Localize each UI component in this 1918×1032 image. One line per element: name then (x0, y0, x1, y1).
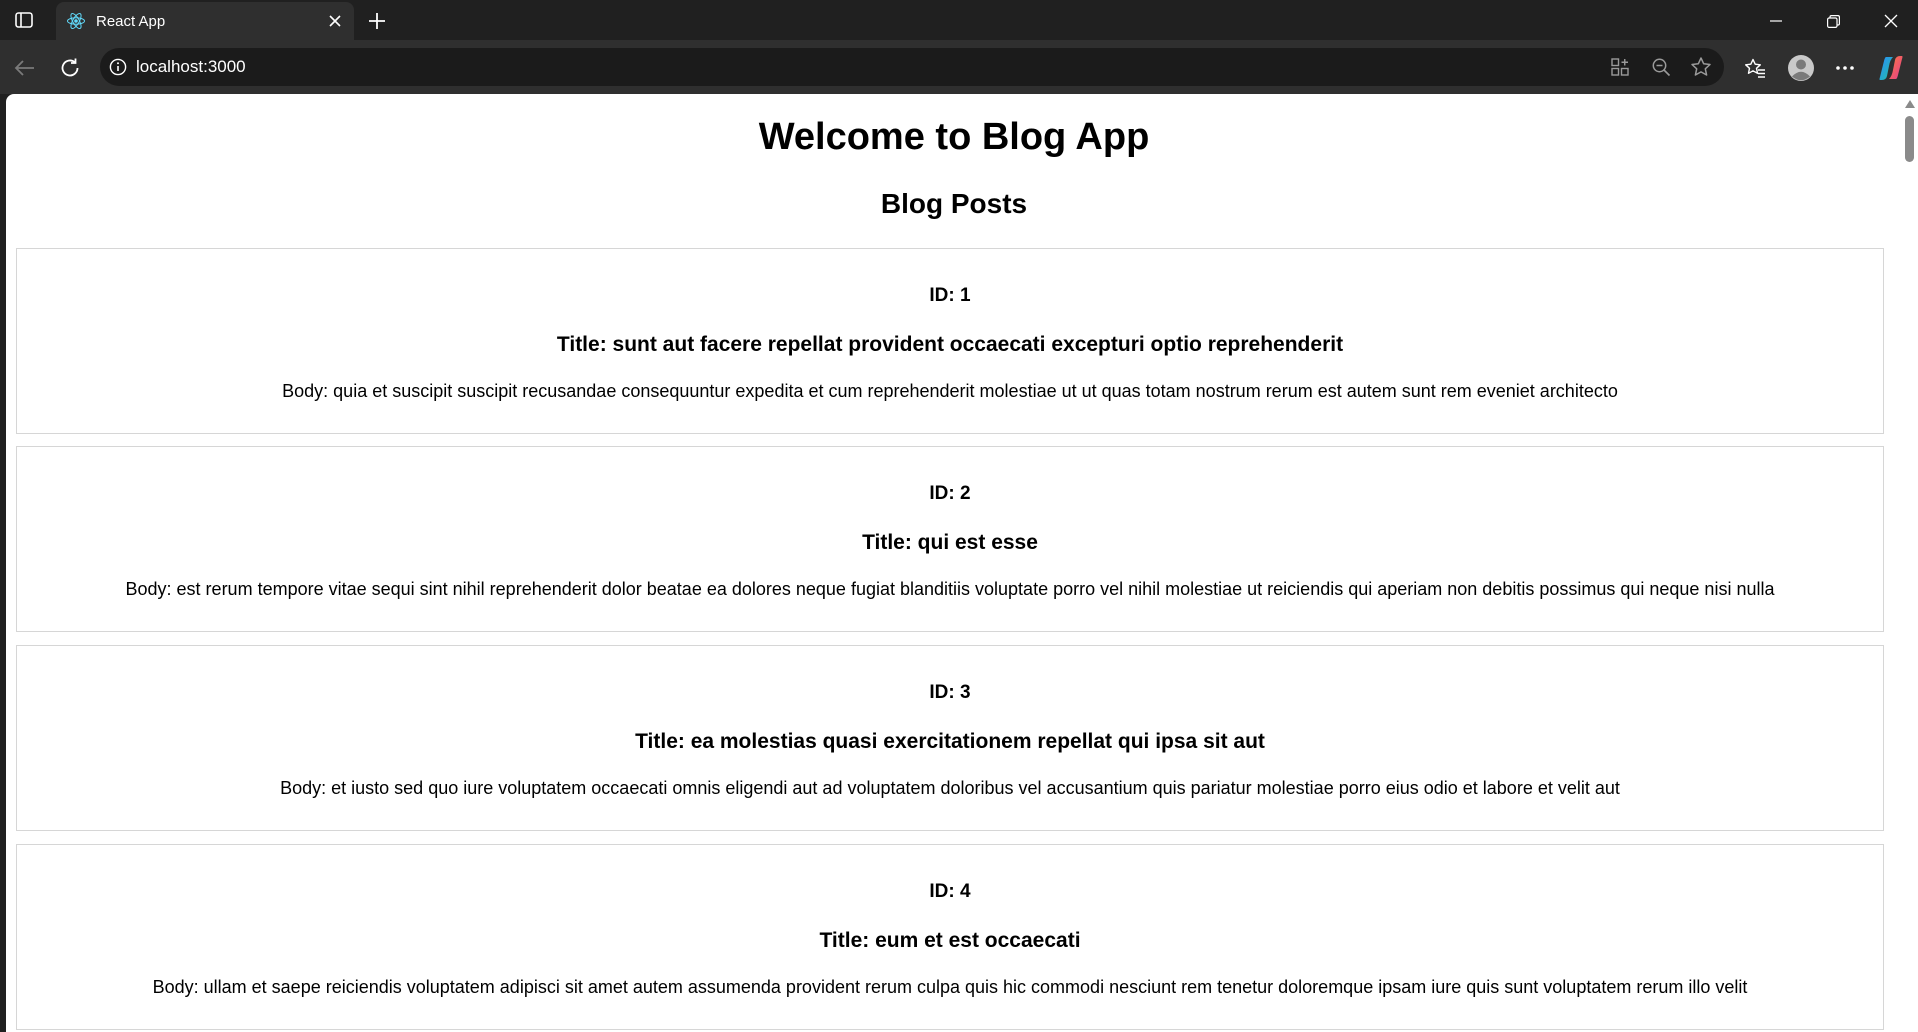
minimize-icon[interactable] (1753, 6, 1799, 36)
post-id: ID: 1 (929, 285, 971, 306)
post-title: Title: sunt aut facere repellat providen… (556, 333, 1344, 356)
back-arrow-icon[interactable] (8, 52, 40, 84)
favorites-icon[interactable] (1739, 52, 1771, 84)
react-logo-icon (66, 11, 86, 31)
post-body: Body: ullam et saepe reiciendis voluptat… (152, 977, 1748, 997)
info-icon[interactable] (104, 53, 132, 81)
window-close-icon[interactable] (1868, 6, 1914, 36)
post-title: Title: ea molestias quasi exercitationem… (635, 730, 1265, 753)
tab-title: React App (96, 12, 166, 30)
browser-toolbar: localhost:3000 (0, 40, 1918, 94)
zoom-out-icon[interactable] (1647, 53, 1675, 81)
section-title: Blog Posts (880, 188, 1028, 219)
restore-icon[interactable] (1810, 6, 1856, 36)
scrollbar-thumb[interactable] (1905, 116, 1914, 162)
post-id: ID: 2 (929, 483, 971, 504)
copilot-icon[interactable] (1875, 52, 1907, 84)
refresh-icon[interactable] (54, 52, 86, 84)
post-body: Body: est rerum tempore vitae sequi sint… (125, 579, 1775, 599)
apps-icon[interactable] (1606, 53, 1634, 81)
post-body: Body: quia et suscipit suscipit recusand… (282, 381, 1618, 401)
more-icon[interactable] (1829, 52, 1861, 84)
post-card: ID: 4 Title: eum et est occaecati Body: … (16, 844, 1884, 1030)
browser-tab[interactable]: React App (56, 2, 354, 40)
post-title: Title: qui est esse (862, 531, 1038, 554)
address-bar[interactable]: localhost:3000 (100, 48, 1724, 86)
post-body: Body: et iusto sed quo iure voluptatem o… (280, 778, 1620, 798)
tab-strip: React App (0, 0, 1918, 40)
post-card: ID: 3 Title: ea molestias quasi exercita… (16, 645, 1884, 831)
post-id: ID: 4 (929, 881, 971, 902)
page-content: Welcome to Blog App Blog Posts ID: 1 Tit… (6, 94, 1902, 1032)
tab-close-icon[interactable] (324, 10, 346, 32)
tab-actions-icon[interactable] (10, 8, 38, 32)
post-card: ID: 2 Title: qui est esse Body: est reru… (16, 446, 1884, 632)
plus-icon[interactable] (364, 8, 390, 34)
star-icon[interactable] (1687, 53, 1715, 81)
profile-icon[interactable] (1785, 52, 1817, 84)
url-text[interactable]: localhost:3000 (136, 57, 246, 77)
page-title: Welcome to Blog App (758, 116, 1150, 158)
post-title: Title: eum et est occaecati (819, 929, 1081, 952)
vertical-scrollbar[interactable] (1902, 94, 1918, 1032)
post-id: ID: 3 (929, 682, 971, 703)
scroll-up-arrow-icon[interactable] (1905, 100, 1915, 108)
page-viewport: Welcome to Blog App Blog Posts ID: 1 Tit… (6, 94, 1918, 1032)
post-card: ID: 1 Title: sunt aut facere repellat pr… (16, 248, 1884, 434)
